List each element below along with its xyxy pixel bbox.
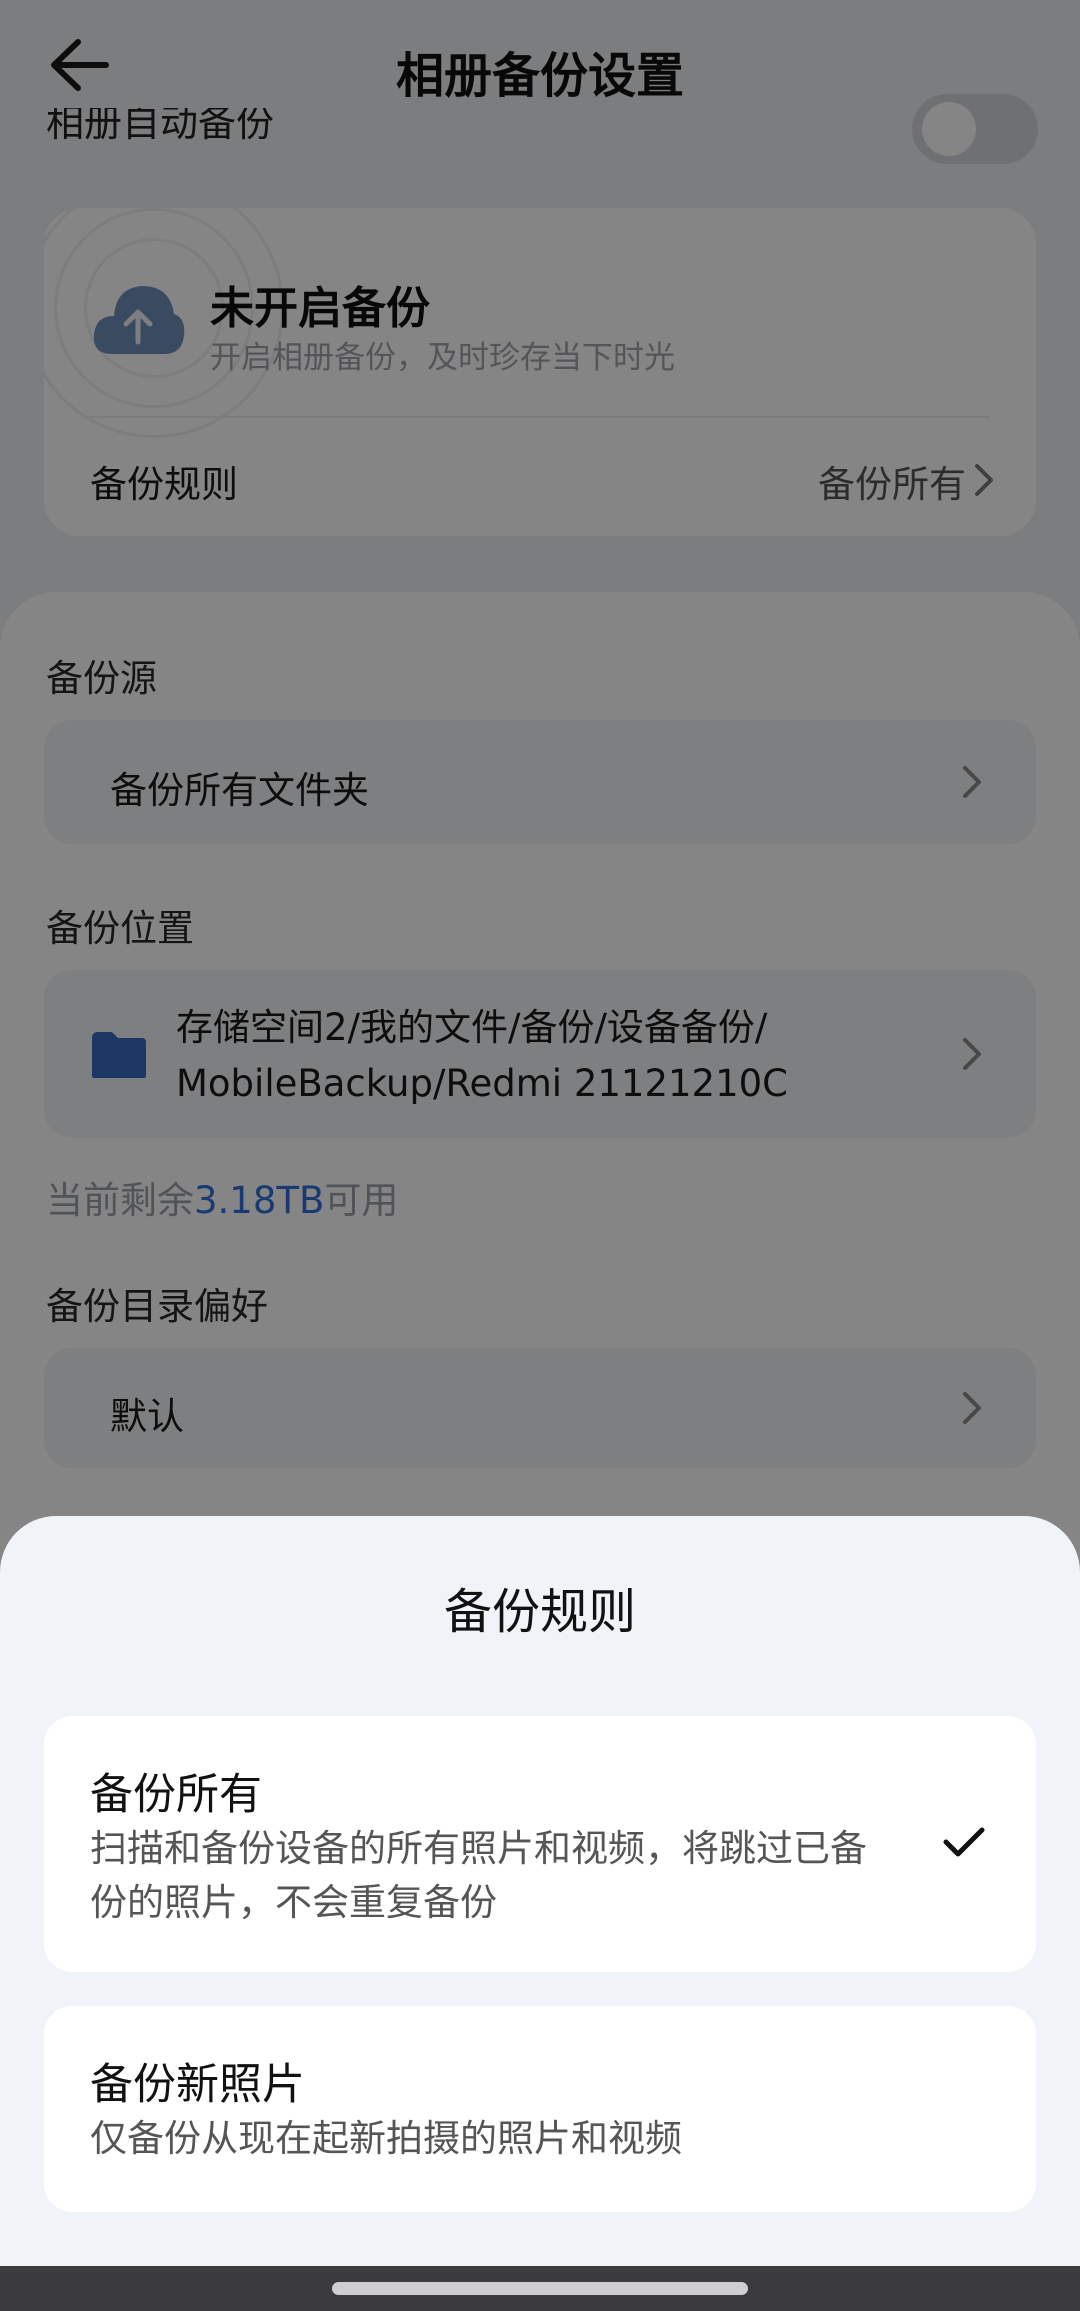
sheet-title: 备份规则 [443,1584,636,1640]
option-desc-line-1: 扫描和备份设备的所有照片和视频，将跳过已备 [90,1827,867,1870]
home-indicator[interactable] [332,2282,748,2295]
option-backup-all[interactable]: 备份所有 扫描和备份设备的所有照片和视频，将跳过已备 份的照片，不会重复备份 [44,1716,1036,1972]
option-desc-line-2: 份的照片，不会重复备份 [90,1881,497,1924]
option-description: 扫描和备份设备的所有照片和视频，将跳过已备 份的照片，不会重复备份 [90,1822,867,1930]
option-title: 备份所有 [90,1770,262,1820]
option-description: 仅备份从现在起新拍摄的照片和视频 [90,2117,682,2160]
backup-rule-sheet: 备份规则 备份所有 扫描和备份设备的所有照片和视频，将跳过已备 份的照片，不会重… [0,1516,1080,2311]
option-title: 备份新照片 [90,2060,305,2110]
option-backup-new[interactable]: 备份新照片 仅备份从现在起新拍摄的照片和视频 [44,2006,1036,2212]
checkmark-icon [943,1827,985,1857]
